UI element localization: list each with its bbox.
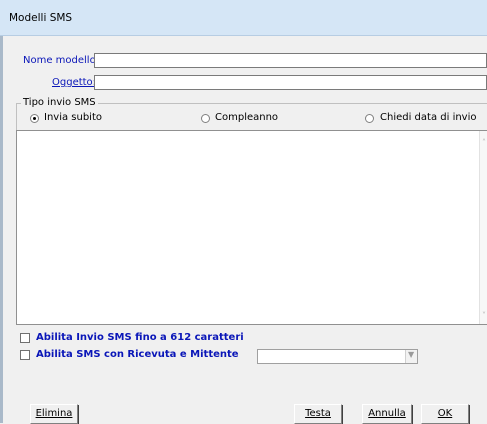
annulla-button[interactable]: Annulla [362, 404, 412, 424]
tipo-invio-group-label: Tipo invio SMS [21, 97, 98, 108]
nome-modello-label: Nome modello: [23, 55, 100, 66]
radio-chiedi-data[interactable] [365, 114, 374, 123]
enable-receipt-checkbox[interactable] [20, 350, 30, 360]
sender-select[interactable]: ▼ [257, 349, 418, 364]
testa-button[interactable]: Testa [294, 404, 342, 424]
enable-612-checkbox[interactable] [20, 333, 30, 343]
enable-receipt-label[interactable]: Abilita SMS con Ricevuta e Mittente [36, 349, 239, 360]
title-bar: Modelli SMS [0, 0, 487, 36]
radio-invia-subito[interactable] [30, 114, 39, 123]
scroll-down-arrow-icon[interactable]: ˅ [482, 311, 486, 320]
enable-612-label[interactable]: Abilita Invio SMS fino a 612 caratteri [36, 332, 244, 343]
oggetto-label: Oggetto: [52, 77, 97, 88]
elimina-button[interactable]: Elimina [30, 404, 78, 424]
oggetto-input[interactable] [94, 75, 487, 90]
message-textarea[interactable]: ˄ ˅ [16, 130, 487, 325]
radio-invia-subito-label[interactable]: Invia subito [44, 112, 102, 123]
scroll-up-arrow-icon[interactable]: ˄ [482, 138, 486, 147]
radio-chiedi-data-label[interactable]: Chiedi data di invio [380, 112, 477, 123]
radio-compleanno-label[interactable]: Compleanno [215, 112, 278, 123]
window-left-border [0, 36, 3, 423]
sender-select-dropdown-button[interactable]: ▼ [405, 350, 417, 363]
radio-compleanno[interactable] [201, 114, 210, 123]
textarea-scrollbar[interactable]: ˄ ˅ [479, 131, 487, 324]
chevron-down-icon: ▼ [408, 350, 415, 359]
ok-button[interactable]: OK [421, 404, 469, 424]
nome-modello-input[interactable] [94, 53, 487, 68]
window-title: Modelli SMS [9, 12, 73, 24]
